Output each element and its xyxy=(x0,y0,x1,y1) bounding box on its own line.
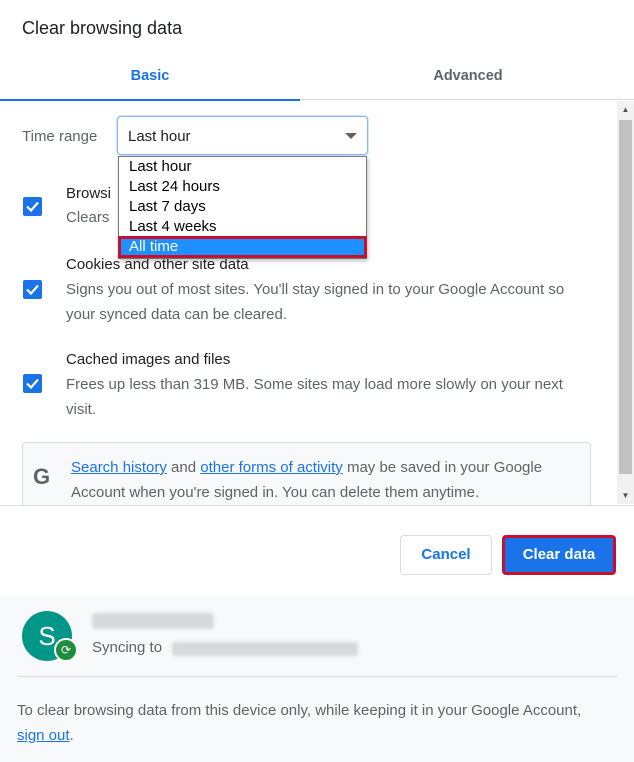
syncing-label: Syncing to xyxy=(92,639,163,656)
option-last-7-days[interactable]: Last 7 days xyxy=(119,197,366,217)
option-last-4-weeks[interactable]: Last 4 weeks xyxy=(119,217,366,237)
scroll-up-arrow-icon[interactable]: ▲ xyxy=(617,101,634,118)
browsing-history-title: Browsi xyxy=(66,185,112,202)
tab-advanced[interactable]: Advanced xyxy=(318,56,618,100)
tab-bar: Basic Advanced xyxy=(0,56,634,101)
scrollbar-thumb[interactable] xyxy=(619,120,632,474)
sign-out-note: To clear browsing data from this device … xyxy=(17,702,582,744)
cached-images-desc: Frees up less than 319 MB. Some sites ma… xyxy=(66,376,563,418)
dialog-title: Clear browsing data xyxy=(22,18,183,38)
scroll-down-arrow-icon[interactable]: ▼ xyxy=(617,487,634,504)
dropdown-caret-icon xyxy=(345,133,357,139)
google-g-icon: G xyxy=(33,464,51,489)
divider xyxy=(0,505,634,506)
google-activity-info: G Search history and other forms of acti… xyxy=(22,442,591,505)
checkbox-cookies[interactable] xyxy=(23,280,42,299)
tab-basic[interactable]: Basic xyxy=(0,56,300,101)
checkmark-icon xyxy=(26,284,39,296)
cancel-button[interactable]: Cancel xyxy=(400,535,492,575)
clear-data-button[interactable]: Clear data xyxy=(502,535,616,575)
option-all-time[interactable]: All time xyxy=(118,236,367,258)
checkbox-cached-images[interactable] xyxy=(23,374,42,393)
cached-images-title: Cached images and files xyxy=(66,351,231,368)
content-scrollbar[interactable]: ▲ ▼ xyxy=(617,101,634,504)
info-text: Search history and other forms of activi… xyxy=(71,459,543,501)
time-range-value: Last hour xyxy=(128,128,191,145)
search-history-link[interactable]: Search history xyxy=(71,459,167,476)
option-last-24-hours[interactable]: Last 24 hours xyxy=(119,177,366,197)
checkbox-browsing-history[interactable] xyxy=(23,197,42,216)
account-section: S ⟳ Syncing to To clear browsing data fr… xyxy=(0,596,634,762)
cookies-desc: Signs you out of most sites. You'll stay… xyxy=(66,281,565,323)
time-range-select[interactable]: Last hour xyxy=(117,116,368,155)
option-last-hour[interactable]: Last hour xyxy=(119,157,366,177)
sign-out-link[interactable]: sign out xyxy=(17,727,70,744)
other-activity-link[interactable]: other forms of activity xyxy=(200,459,343,476)
checkmark-icon xyxy=(26,378,39,390)
time-range-dropdown: Last hour Last 24 hours Last 7 days Last… xyxy=(118,156,367,259)
sync-icon: ⟳ xyxy=(54,638,78,662)
account-name-redacted xyxy=(92,613,214,629)
divider xyxy=(17,676,617,677)
account-email-redacted xyxy=(172,642,358,656)
checkmark-icon xyxy=(26,201,39,213)
time-range-label: Time range xyxy=(22,128,98,145)
